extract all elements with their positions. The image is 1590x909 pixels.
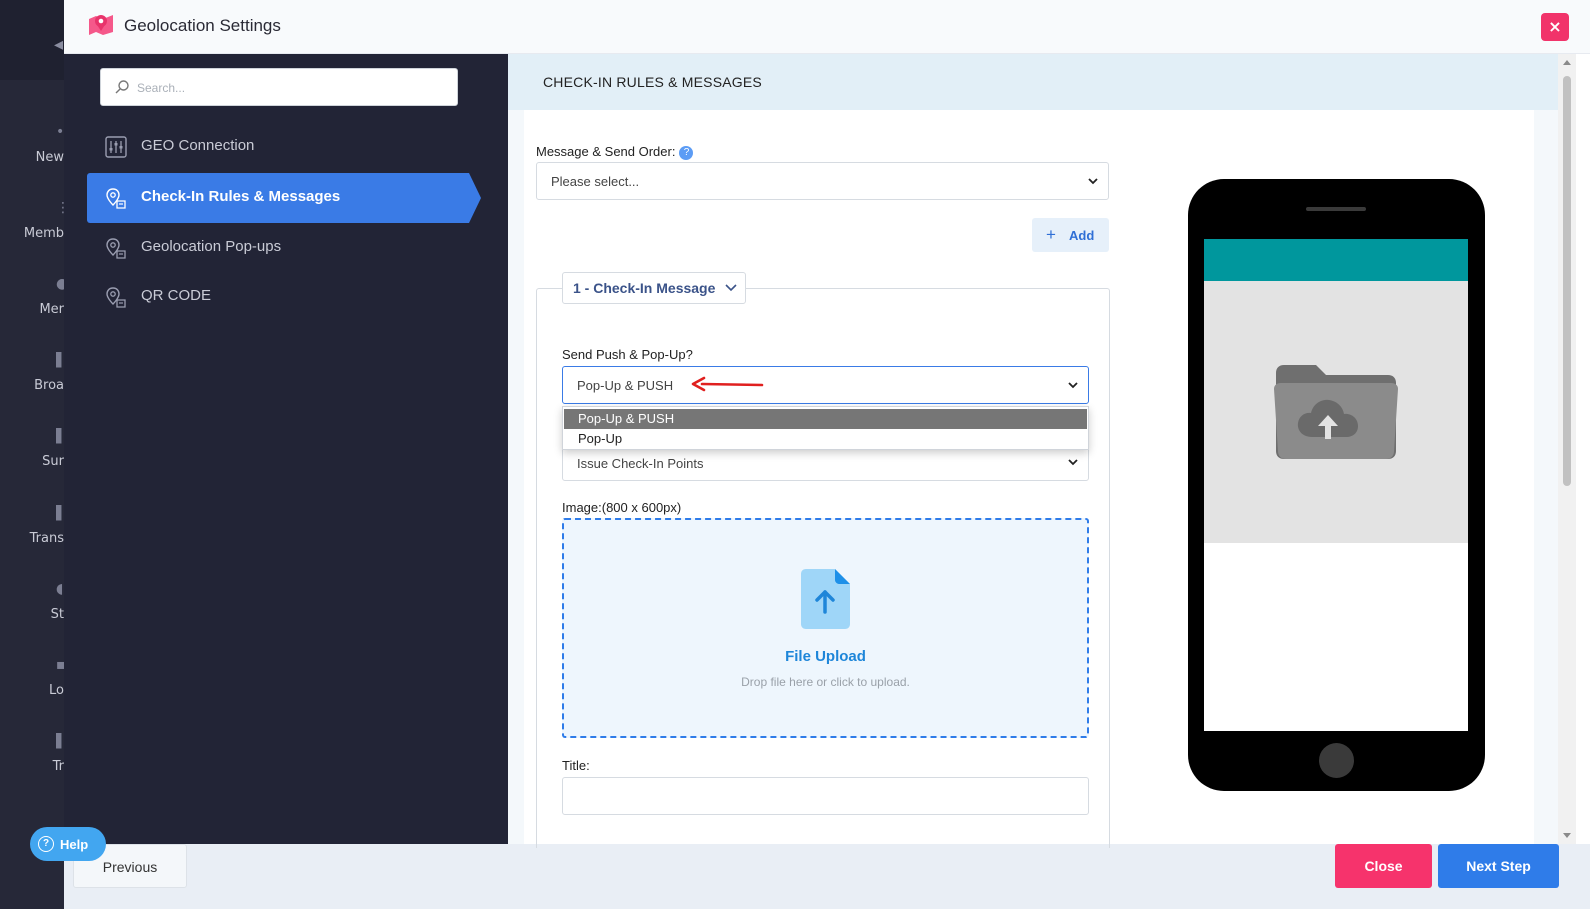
scroll-up-arrow-icon[interactable] [1563,60,1571,65]
section-title: CHECK-IN RULES & MESSAGES [543,74,762,90]
folder-upload-icon [1274,365,1398,459]
background-nav-item: • New [35,124,64,165]
phone-home-button [1319,743,1354,778]
section-header: CHECK-IN RULES & MESSAGES [508,54,1558,110]
nav-icon: ▌ [56,733,64,749]
close-button[interactable]: Close [1335,844,1432,888]
send-push-dropdown: Pop-Up & PUSH Pop-Up [562,406,1089,450]
chevron-down-icon [1068,459,1078,466]
modal-title: Geolocation Settings [124,16,281,35]
sidebar-item-geolocation-popups[interactable]: Geolocation Pop-ups [87,223,469,273]
nav-icon: ▌ [56,352,64,368]
background-nav-item: ▌ Sur [42,428,64,469]
scrollbar-thumb[interactable] [1563,76,1571,486]
back-arrow-icon: ◂ [54,34,64,55]
map-pin-icon [106,238,126,259]
background-nav-item: ▌ Trans [29,505,64,546]
sidebar-item-label: QR CODE [141,287,212,304]
file-upload-icon [801,569,850,629]
phone-image-placeholder [1204,281,1468,543]
background-app-sidebar: ◂ • New ⋮ Memb ● Mer ▌ Broa ▌ Sur ▌ Trans ◖ St … [0,0,64,909]
scroll-down-arrow-icon[interactable] [1563,833,1571,838]
modal-header: Geolocation Settings × [64,0,1590,54]
phone-speaker [1306,207,1366,211]
upload-title: File Upload [785,648,866,665]
background-nav-item: ▌ Broa [34,352,64,393]
nav-icon: ▌ [56,428,64,444]
background-nav-item: ⋮ Memb [23,200,64,241]
help-question-icon[interactable]: ? [679,146,694,160]
settings-sidebar: GEO Connection Check-In Rules & Messages… [64,54,508,844]
chevron-down-icon [725,284,737,292]
chevron-down-icon [1088,178,1098,185]
help-circle-icon: ? [38,836,54,852]
chevron-down-icon [1068,382,1078,389]
dropdown-option-popup-push[interactable]: Pop-Up & PUSH [564,409,1087,429]
sidebar-item-label: Check-In Rules & Messages [141,188,341,205]
send-push-label: Send Push & Pop-Up? [562,347,693,362]
close-modal-button[interactable]: × [1541,13,1569,41]
message-order-select[interactable]: Please select... [536,162,1109,200]
nav-icon: ● [56,276,64,292]
dropdown-option-popup[interactable]: Pop-Up [564,429,1087,449]
sidebar-item-qr-code[interactable]: QR CODE [87,272,469,322]
sidebar-item-label: Geolocation Pop-ups [141,238,282,255]
sliders-icon [105,136,127,158]
phone-header-bar [1204,239,1468,281]
upload-subtitle: Drop file here or click to upload. [741,675,910,689]
search-icon [115,80,129,94]
help-button[interactable]: ? Help [30,827,106,861]
search-input[interactable] [137,77,437,99]
background-nav-item: ▪ Lo [49,657,64,698]
next-step-button[interactable]: Next Step [1438,844,1559,888]
annotation-arrow-icon [691,376,764,392]
map-pin-icon [106,188,126,209]
background-nav-item: ◖ St [50,581,64,622]
add-message-button[interactable]: + Add [1032,218,1109,252]
phone-preview [1188,179,1485,791]
title-label: Title: [562,758,590,773]
background-nav-item: ● Mer [39,276,64,317]
map-location-icon [89,15,113,35]
modal-footer: Previous Close Next Step [64,844,1590,909]
content-scrollbar[interactable] [1558,54,1576,844]
image-label: Image:(800 x 600px) [562,500,682,515]
nav-icon: ▌ [56,505,64,521]
nav-icon: ▪ [56,657,64,673]
sidebar-item-geo-connection[interactable]: GEO Connection [87,122,469,172]
nav-icon: ⋮ [56,200,64,216]
send-push-select[interactable]: Pop-Up & PUSH [562,366,1089,404]
file-upload-dropzone[interactable]: File Upload Drop file here or click to u… [562,518,1089,738]
title-input[interactable] [562,777,1089,815]
plus-icon: + [1046,225,1056,244]
sidebar-item-check-in-rules[interactable]: Check-In Rules & Messages [87,173,481,223]
background-nav-item: ▌ Tr [52,733,64,774]
check-in-message-tab[interactable]: 1 - Check-In Message [562,272,746,304]
map-pin-icon [106,287,126,308]
sidebar-item-label: GEO Connection [141,137,255,154]
phone-screen [1204,239,1468,731]
message-order-label: Message & Send Order:? [536,144,694,160]
nav-icon: • [56,124,64,140]
nav-icon: ◖ [56,581,64,597]
search-box[interactable] [100,68,458,106]
